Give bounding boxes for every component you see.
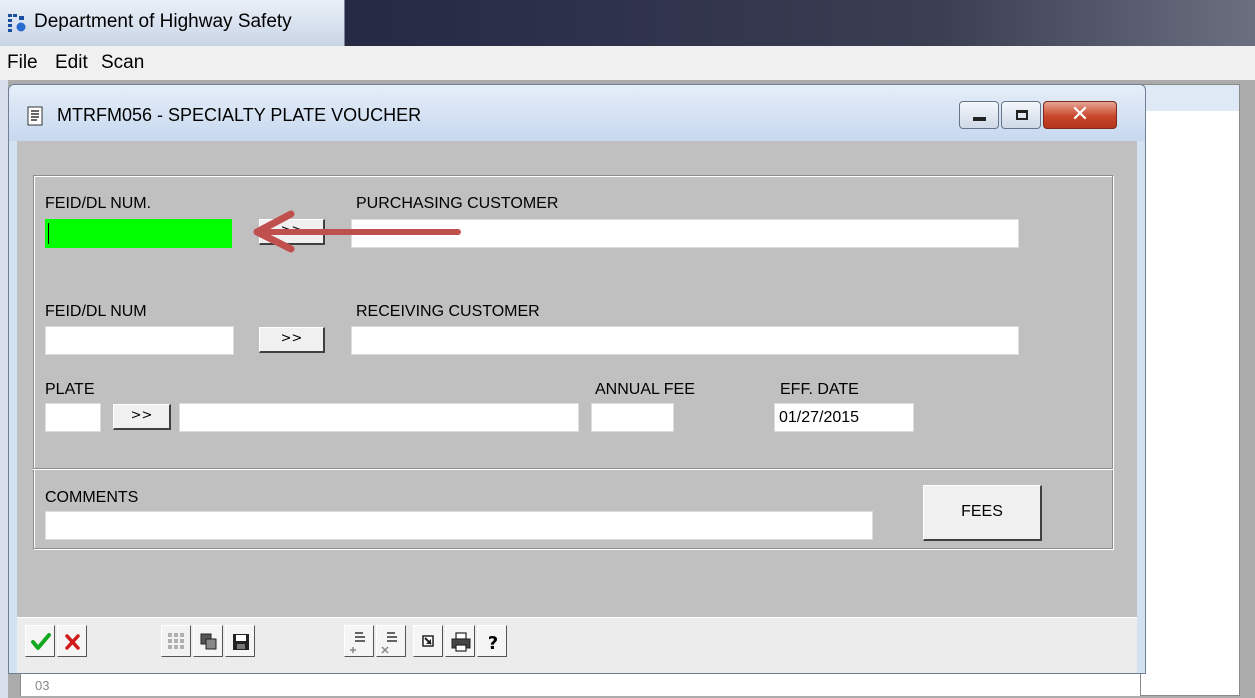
grid-icon [168,633,184,649]
comments-label: COMMENTS [45,489,139,506]
plate-lookup-button[interactable]: >> [113,404,171,430]
print-icon [451,632,471,652]
background-window-text: 03 [35,678,50,693]
restore-windows-icon [200,633,217,650]
annual-fee-label: ANNUAL FEE [595,381,695,398]
plate-label: PLATE [45,381,95,398]
app-root: Department of Highway Safety File Edit S… [0,0,1255,698]
print-button[interactable] [445,625,475,657]
check-icon [31,633,51,650]
background-window [1140,84,1240,696]
help-button[interactable]: ? [477,625,507,657]
receiving-customer-input[interactable] [351,326,1019,355]
app-title-bar: Department of Highway Safety [0,0,1255,46]
minimize-button[interactable] [959,101,999,129]
voucher-window-title: MTRFM056 - SPECIALTY PLATE VOUCHER [57,105,422,125]
purchasing-feid-input[interactable] [45,219,232,248]
background-window-titlebar [1141,85,1239,111]
purchasing-feid-label: FEID/DL NUM. [45,195,152,212]
help-icon: ? [488,633,498,654]
confirm-button[interactable] [25,625,55,657]
delete-row-icon [381,632,397,654]
purchasing-customer-input[interactable] [351,219,1019,248]
receiving-feid-input[interactable] [45,326,234,355]
jump-icon [422,635,434,647]
purchasing-customer-label: PURCHASING CUSTOMER [356,195,559,212]
voucher-form-area: FEID/DL NUM. >> PURCHASING CUSTOMER FEID… [17,141,1137,617]
menu-bar: File Edit Scan [0,46,1255,80]
close-icon: ✕ [1070,102,1090,127]
minimize-icon [973,117,986,121]
annual-fee-input[interactable] [591,403,674,432]
receiving-customer-label: RECEIVING CUSTOMER [356,303,540,320]
save-button[interactable] [225,625,255,657]
restore-windows-button[interactable] [193,625,223,657]
delete-row-button[interactable] [376,625,406,657]
maximize-icon [1016,110,1028,120]
jump-button[interactable] [413,625,443,657]
cancel-button[interactable] [57,625,87,657]
eff-date-label: EFF. DATE [780,381,859,398]
voucher-window-titlebar[interactable]: MTRFM056 - SPECIALTY PLATE VOUCHER ✕ [9,85,1145,141]
menu-scan[interactable]: Scan [101,52,144,74]
document-icon [27,106,43,126]
eff-date-input[interactable]: 01/27/2015 [774,403,914,432]
menu-edit[interactable]: Edit [55,52,88,74]
app-logo-icon [8,14,26,32]
insert-row-button[interactable] [344,625,374,657]
menu-file[interactable]: File [7,52,38,74]
plate-code-input[interactable] [45,403,101,432]
grid-button[interactable] [161,625,191,657]
save-disk-icon [233,634,249,650]
fees-button[interactable]: FEES [923,485,1042,541]
plate-description-input[interactable] [179,403,579,432]
comments-input[interactable] [45,511,873,540]
app-title: Department of Highway Safety [34,11,292,32]
insert-row-icon [350,632,365,653]
text-caret [48,223,49,244]
purchasing-lookup-button[interactable]: >> [259,219,325,245]
close-button[interactable]: ✕ [1043,101,1117,129]
maximize-button[interactable] [1001,101,1041,129]
mdi-left-edge [0,80,8,698]
form-divider [33,468,1113,470]
receiving-feid-label: FEID/DL NUM [45,303,147,320]
svg-text:?: ? [488,633,498,654]
cancel-x-icon [65,634,80,650]
voucher-window: MTRFM056 - SPECIALTY PLATE VOUCHER ✕ FEI… [8,84,1146,674]
receiving-lookup-button[interactable]: >> [259,327,325,353]
